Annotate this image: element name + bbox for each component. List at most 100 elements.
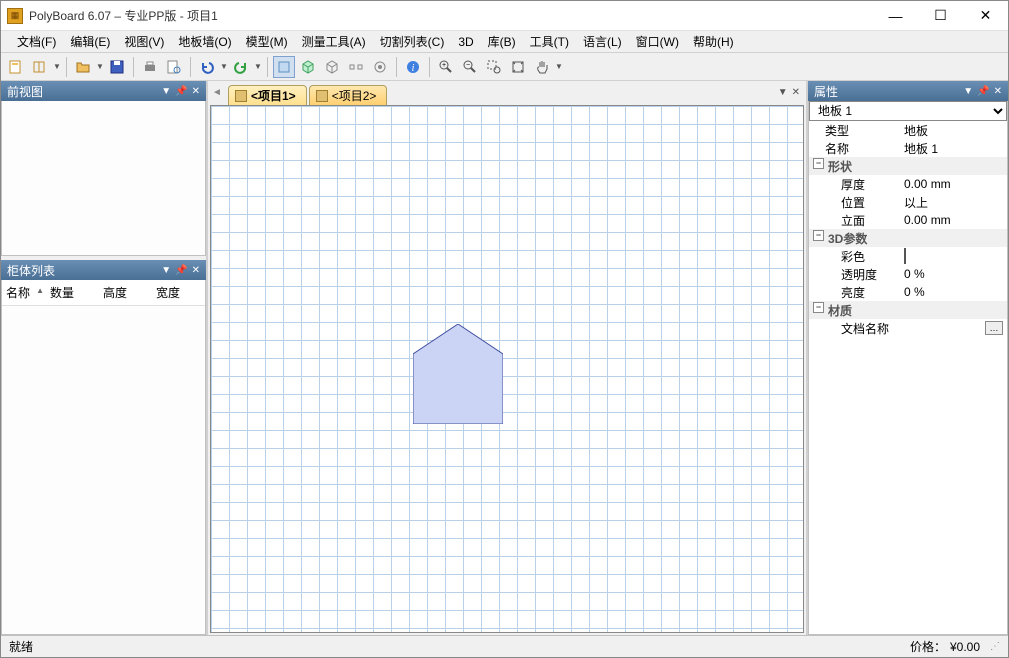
properties-header[interactable]: 属性 ▼ 📌 ✕: [808, 81, 1008, 101]
settings-icon[interactable]: [369, 56, 391, 78]
prop-type[interactable]: 类型地板: [809, 121, 1007, 139]
pan-button[interactable]: [531, 56, 553, 78]
panel-dropdown-icon[interactable]: ▼: [161, 86, 171, 97]
print-preview-button[interactable]: [163, 56, 185, 78]
menu-model[interactable]: 模型(M): [240, 31, 294, 52]
dropdown-icon[interactable]: ▼: [555, 62, 563, 71]
menu-language[interactable]: 语言(L): [577, 31, 628, 52]
menu-window[interactable]: 窗口(W): [630, 31, 685, 52]
center-column: ◄ <项目1> <项目2> ▼ ✕: [206, 81, 808, 635]
tab-project-1[interactable]: <项目1>: [228, 85, 307, 105]
cabinet-columns: 名称▲ 数量 高度 宽度: [2, 280, 205, 306]
resize-grip-icon[interactable]: ⋰: [990, 641, 1000, 652]
dropdown-icon[interactable]: ▼: [220, 62, 228, 71]
panel-pin-icon[interactable]: 📌: [175, 86, 187, 97]
prop-color[interactable]: 彩色: [809, 247, 1007, 265]
zoom-region-button[interactable]: [483, 56, 505, 78]
view-2d-button[interactable]: [273, 56, 295, 78]
project-icon: [316, 90, 328, 102]
toolbar-separator: [66, 57, 67, 77]
redo-button[interactable]: [230, 56, 252, 78]
collapse-icon[interactable]: −: [813, 230, 824, 241]
svg-text:−: −: [466, 62, 470, 69]
panel-pin-icon[interactable]: 📌: [175, 265, 187, 276]
front-view-header[interactable]: 前视图 ▼ 📌 ✕: [1, 81, 206, 101]
dropdown-icon[interactable]: ▼: [254, 62, 262, 71]
menu-help[interactable]: 帮助(H): [687, 31, 740, 52]
new-cabinet-button[interactable]: [29, 56, 51, 78]
zoom-in-button[interactable]: +: [435, 56, 457, 78]
zoom-out-button[interactable]: −: [459, 56, 481, 78]
toolbar: ▼ ▼ ▼ ▼ i + − ▼: [1, 53, 1008, 81]
close-button[interactable]: ✕: [963, 1, 1008, 30]
menu-cutlist[interactable]: 切割列表(C): [374, 31, 451, 52]
prop-position[interactable]: 位置以上: [809, 193, 1007, 211]
document-tabs: ◄ <项目1> <项目2> ▼ ✕: [210, 83, 804, 105]
menu-file[interactable]: 文档(F): [11, 31, 62, 52]
cabinet-list-header[interactable]: 柜体列表 ▼ 📌 ✕: [1, 260, 206, 280]
prop-thickness[interactable]: 厚度0.00 mm: [809, 175, 1007, 193]
wireframe-button[interactable]: [321, 56, 343, 78]
properties-body: 地板 1 类型地板 名称地板 1 −形状 厚度0.00 mm 位置以上 立面0.…: [808, 101, 1008, 635]
menu-edit[interactable]: 编辑(E): [64, 31, 116, 52]
prop-elevation[interactable]: 立面0.00 mm: [809, 211, 1007, 229]
prop-transparency[interactable]: 透明度0 %: [809, 265, 1007, 283]
group-shape[interactable]: −形状: [809, 157, 1007, 175]
group-3d-params[interactable]: −3D参数: [809, 229, 1007, 247]
panel-dropdown-icon[interactable]: ▼: [963, 86, 973, 97]
col-width[interactable]: 宽度: [152, 284, 205, 301]
undo-button[interactable]: [196, 56, 218, 78]
menu-measure[interactable]: 测量工具(A): [296, 31, 372, 52]
panel-close-icon[interactable]: ✕: [192, 86, 200, 97]
group-material[interactable]: −材质: [809, 301, 1007, 319]
app-window: ▦ PolyBoard 6.07 – 专业PP版 - 项目1 — ☐ ✕ 文档(…: [0, 0, 1009, 658]
zoom-fit-button[interactable]: [507, 56, 529, 78]
prop-doc-name[interactable]: 文档名称…: [809, 319, 1007, 337]
menu-3d[interactable]: 3D: [452, 33, 479, 51]
explode-button[interactable]: [345, 56, 367, 78]
col-name[interactable]: 名称▲: [2, 284, 46, 301]
panel-close-icon[interactable]: ✕: [192, 265, 200, 276]
browse-button[interactable]: …: [985, 321, 1003, 335]
window-controls: — ☐ ✕: [873, 1, 1008, 30]
left-column: 前视图 ▼ 📌 ✕ 柜体列表 ▼ 📌 ✕: [1, 81, 206, 635]
tabs-scroll-left-icon[interactable]: ◄: [212, 87, 222, 98]
menu-floorwall[interactable]: 地板墙(O): [172, 31, 237, 52]
print-button[interactable]: [139, 56, 161, 78]
svg-text:+: +: [442, 62, 446, 69]
view-3d-button[interactable]: [297, 56, 319, 78]
panel-dropdown-icon[interactable]: ▼: [161, 265, 171, 276]
tabs-close-icon[interactable]: ✕: [792, 87, 800, 98]
menu-library[interactable]: 库(B): [482, 31, 522, 52]
canvas[interactable]: [210, 105, 804, 633]
titlebar: ▦ PolyBoard 6.07 – 专业PP版 - 项目1 — ☐ ✕: [1, 1, 1008, 31]
info-button[interactable]: i: [402, 56, 424, 78]
menu-view[interactable]: 视图(V): [118, 31, 170, 52]
dropdown-icon[interactable]: ▼: [53, 62, 61, 71]
maximize-button[interactable]: ☐: [918, 1, 963, 30]
right-column: 属性 ▼ 📌 ✕ 地板 1 类型地板 名称地板 1 −形状 厚度0.00 mm …: [808, 81, 1008, 635]
col-qty[interactable]: 数量: [46, 284, 99, 301]
minimize-button[interactable]: —: [873, 1, 918, 30]
toolbar-separator: [429, 57, 430, 77]
col-height[interactable]: 高度: [99, 284, 152, 301]
svg-text:i: i: [412, 63, 415, 74]
prop-name[interactable]: 名称地板 1: [809, 139, 1007, 157]
collapse-icon[interactable]: −: [813, 158, 824, 169]
menu-tools[interactable]: 工具(T): [524, 31, 575, 52]
floor-shape[interactable]: [413, 324, 503, 424]
panel-close-icon[interactable]: ✕: [994, 86, 1002, 97]
color-swatch[interactable]: [904, 248, 906, 264]
tabs-dropdown-icon[interactable]: ▼: [778, 87, 788, 98]
new-project-button[interactable]: [5, 56, 27, 78]
panel-pin-icon[interactable]: 📌: [977, 86, 989, 97]
toolbar-separator: [267, 57, 268, 77]
tab-project-2[interactable]: <项目2>: [309, 85, 388, 105]
collapse-icon[interactable]: −: [813, 302, 824, 313]
prop-brightness[interactable]: 亮度0 %: [809, 283, 1007, 301]
open-button[interactable]: [72, 56, 94, 78]
front-view-body[interactable]: [1, 101, 206, 256]
object-selector[interactable]: 地板 1: [809, 101, 1007, 121]
dropdown-icon[interactable]: ▼: [96, 62, 104, 71]
save-button[interactable]: [106, 56, 128, 78]
